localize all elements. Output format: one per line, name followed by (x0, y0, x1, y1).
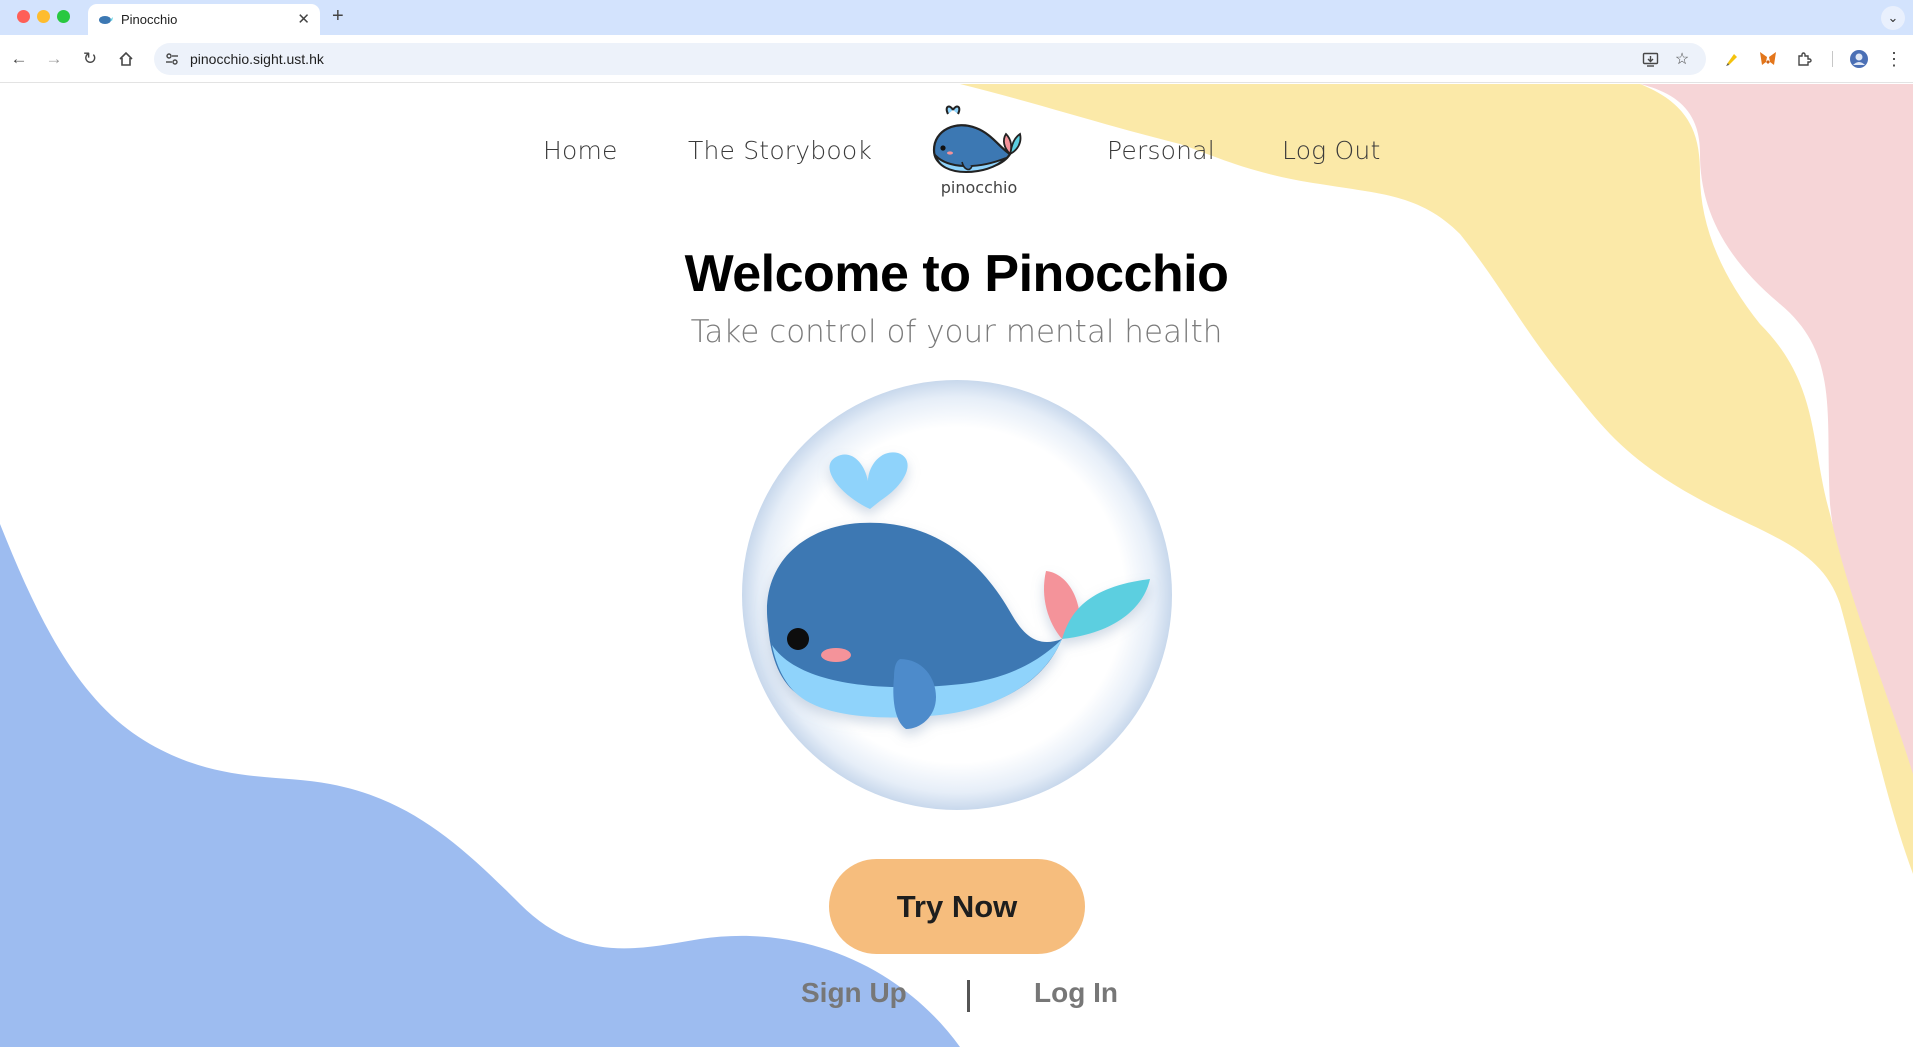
tab-search-chevron-icon[interactable]: ⌄ (1881, 6, 1905, 30)
close-window-button[interactable] (17, 10, 30, 23)
title-prefix: Welcome to (684, 245, 971, 303)
reload-icon[interactable]: ↻ (78, 47, 102, 71)
pinocchio-logo-icon[interactable] (926, 100, 1032, 184)
whale-favicon-icon (99, 16, 113, 24)
profile-avatar-icon[interactable] (1848, 48, 1870, 70)
log-in-link[interactable]: Log In (1034, 977, 1118, 1009)
maximize-window-button[interactable] (57, 10, 70, 23)
extension-metamask-icon[interactable] (1757, 48, 1779, 70)
page-title: Welcome to Pinocchio (0, 244, 1913, 304)
whale-hero-illustration (742, 380, 1172, 810)
nav-logout-link[interactable]: Log Out (1282, 136, 1380, 165)
address-bar[interactable]: pinocchio.sight.ust.hk ☆ (154, 43, 1706, 75)
title-brand: Pinocchio (984, 245, 1229, 303)
nav-personal-link[interactable]: Personal (1107, 136, 1215, 165)
toolbar-separator (1832, 51, 1833, 67)
bookmark-star-icon[interactable]: ☆ (1672, 49, 1692, 69)
try-now-button[interactable]: Try Now (829, 859, 1085, 954)
page-viewport: Home The Storybook pinocchio Personal Lo… (0, 84, 1913, 1047)
auth-divider (967, 980, 970, 1012)
browser-tab[interactable]: Pinocchio ✕ (88, 4, 320, 35)
logo-text: pinocchio (940, 178, 1018, 197)
site-info-icon[interactable] (164, 51, 180, 67)
sign-up-link[interactable]: Sign Up (801, 977, 907, 1009)
back-arrow-icon[interactable]: ← (7, 47, 31, 71)
home-icon[interactable] (114, 47, 138, 71)
extensions-puzzle-icon[interactable] (1793, 48, 1815, 70)
new-tab-button[interactable]: + (332, 5, 344, 28)
page-subtitle: Take control of your mental health (690, 314, 1223, 350)
close-tab-icon[interactable]: ✕ (297, 10, 310, 28)
install-app-icon[interactable] (1640, 49, 1660, 69)
nav-storybook-link[interactable]: The Storybook (688, 136, 872, 165)
url-text: pinocchio.sight.ust.hk (190, 51, 324, 67)
menu-dots-icon[interactable]: ⋮ (1883, 48, 1905, 70)
extension-highlighter-icon[interactable] (1721, 48, 1743, 70)
tab-title: Pinocchio (121, 12, 178, 27)
browser-tab-bar: Pinocchio ✕ + ⌄ (0, 0, 1913, 35)
nav-home-link[interactable]: Home (543, 136, 618, 165)
browser-toolbar: ← → ↻ pinocchio.sight.ust.hk ☆ ⋮ (0, 35, 1913, 83)
minimize-window-button[interactable] (37, 10, 50, 23)
forward-arrow-icon[interactable]: → (42, 47, 66, 71)
